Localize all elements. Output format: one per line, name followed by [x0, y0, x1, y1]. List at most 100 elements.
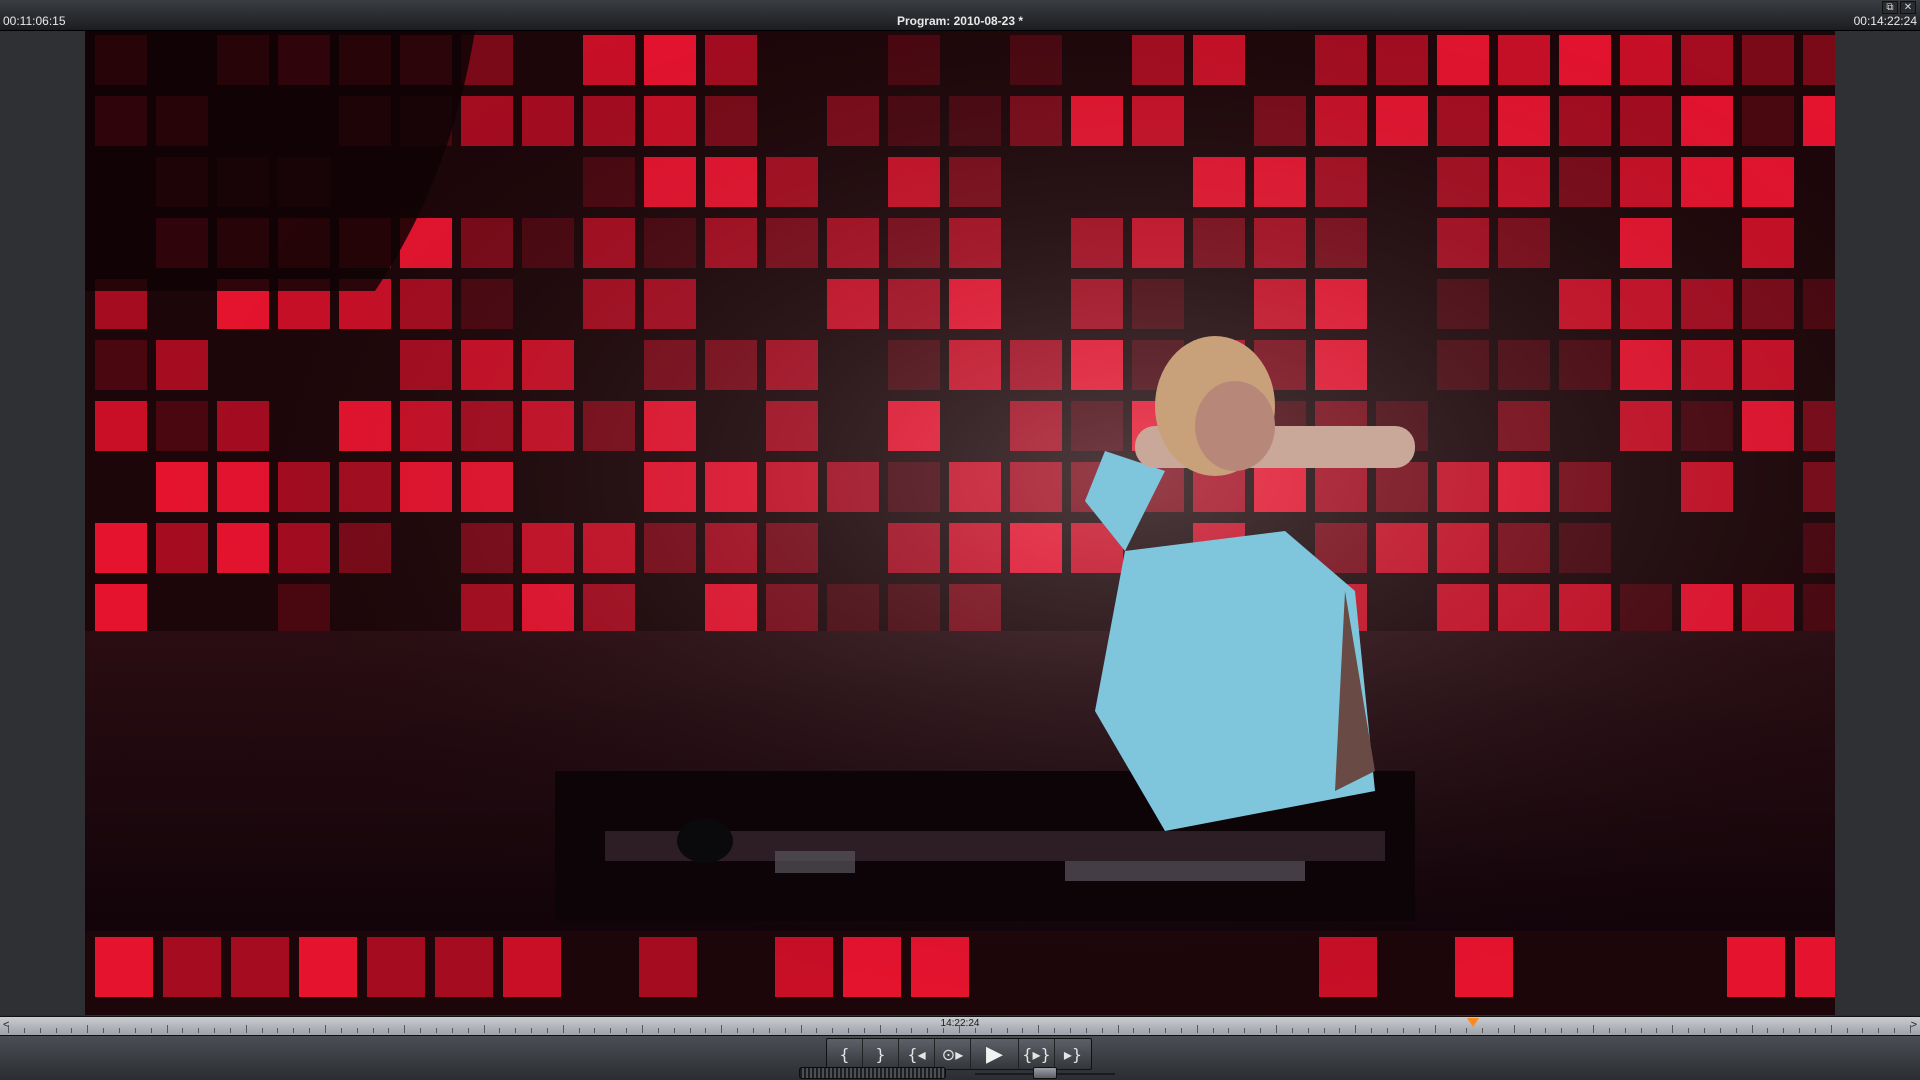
total-timecode: 00:14:22:24 [1853, 14, 1917, 28]
timeline-tick [1133, 1028, 1135, 1033]
timeline-tick [1006, 1028, 1008, 1033]
close-window-button[interactable]: ✕ [1900, 1, 1916, 14]
timeline-tick [784, 1028, 786, 1033]
timeline-tick [420, 1028, 422, 1033]
timeline-tick [1180, 1028, 1182, 1033]
timeline-end-marker[interactable]: > [1911, 1019, 1917, 1031]
timeline-tick [1593, 1025, 1594, 1033]
timeline-tick [483, 1025, 485, 1033]
timeline-tick [1212, 1028, 1214, 1033]
jog-wheel[interactable] [799, 1067, 946, 1079]
video-frame-image[interactable] [85, 31, 1835, 1015]
timeline-tick [372, 1028, 374, 1033]
timeline-tick [1719, 1028, 1721, 1033]
timeline-tick [451, 1028, 453, 1033]
timeline-tick [848, 1028, 850, 1033]
timeline-tick [990, 1028, 992, 1033]
timeline-tick [546, 1028, 548, 1033]
timeline-tick [1418, 1028, 1420, 1033]
timeline-tick [1228, 1028, 1230, 1033]
mark-in-button[interactable]: { [827, 1039, 863, 1069]
timeline-tick [1672, 1025, 1674, 1033]
timeline-tick [1244, 1028, 1246, 1033]
timeline-tick [752, 1028, 754, 1033]
timeline-tick [1703, 1028, 1705, 1033]
timeline-tick [261, 1028, 263, 1033]
timeline-tick [1117, 1025, 1119, 1033]
timeline-tick [1561, 1028, 1563, 1033]
timeline-tick [229, 1028, 231, 1033]
timeline-tick [39, 1028, 41, 1033]
timeline-tick [1656, 1028, 1658, 1033]
play-in-to-out-button[interactable]: ⊙▸ [935, 1039, 971, 1069]
restore-window-button[interactable]: ⧉ [1882, 1, 1898, 14]
timeline-tick [1497, 1028, 1499, 1033]
timeline-tick [610, 1028, 612, 1033]
timeline-tick [309, 1028, 311, 1033]
transport-bar: { } {◂ ⊙▸ ▶ {▸} ▸} [0, 1036, 1920, 1080]
timeline-tick [23, 1028, 25, 1033]
timeline-tick [594, 1028, 596, 1033]
timeline-tick [1291, 1028, 1293, 1033]
timeline-tick [1814, 1028, 1816, 1033]
timeline-tick [816, 1028, 818, 1033]
timeline-tick [1355, 1025, 1357, 1033]
timeline-tick [71, 1028, 73, 1033]
timeline-tick [325, 1025, 326, 1033]
timeline-tick [1371, 1028, 1373, 1033]
timeline-tick [657, 1028, 659, 1033]
timeline-tick [356, 1028, 358, 1033]
timeline-tick [1307, 1028, 1309, 1033]
timeline-tick [1085, 1028, 1087, 1033]
timeline-tick [531, 1028, 533, 1033]
timeline-tick [562, 1025, 564, 1033]
timeline-tick [1767, 1028, 1769, 1033]
timeline-tick [182, 1028, 184, 1033]
mark-out-button[interactable]: } [863, 1039, 899, 1069]
timeline-tick [1054, 1028, 1056, 1033]
timeline-tick [293, 1028, 295, 1033]
timeline-scrubber[interactable]: < 14:22:24 > [0, 1016, 1920, 1036]
play-to-out-button[interactable]: {▸} [1019, 1039, 1055, 1069]
timeline-tick [340, 1028, 342, 1033]
timeline-tick [1830, 1025, 1832, 1033]
timeline-tick [1466, 1028, 1468, 1033]
timeline-tick [895, 1028, 897, 1033]
timeline-position-timecode: 14:22:24 [940, 1018, 980, 1029]
timeline-tick [959, 1025, 960, 1033]
timeline-tick [800, 1025, 802, 1033]
playhead-marker[interactable] [1466, 1018, 1479, 1027]
timeline-tick [1624, 1028, 1626, 1033]
timeline-tick [214, 1028, 216, 1033]
timeline-tick [388, 1028, 390, 1033]
timeline-tick [943, 1028, 945, 1033]
timeline-tick [55, 1028, 57, 1033]
timeline-tick [578, 1028, 580, 1033]
timeline-tick [150, 1028, 152, 1033]
timeline-tick [1022, 1028, 1024, 1033]
timeline-tick [911, 1028, 913, 1033]
timeline-tick [768, 1028, 770, 1033]
timeline-tick [404, 1025, 406, 1033]
timeline-tick [1735, 1028, 1737, 1033]
shuttle-slider-knob[interactable] [1033, 1067, 1057, 1079]
timeline-tick [1482, 1028, 1484, 1033]
timeline-tick [1402, 1028, 1404, 1033]
play-button[interactable]: ▶ [971, 1039, 1019, 1069]
timeline-tick [467, 1028, 469, 1033]
title-bar: 00:11:06:15 Program: 2010-08-23 * 00:14:… [0, 0, 1920, 31]
go-to-in-button[interactable]: {◂ [899, 1039, 935, 1069]
timeline-tick [1751, 1025, 1753, 1033]
timeline-tick [435, 1028, 437, 1033]
timeline-tick [1323, 1028, 1325, 1033]
go-to-out-button[interactable]: ▸} [1055, 1039, 1091, 1069]
timeline-tick [1608, 1028, 1610, 1033]
program-monitor [0, 31, 1920, 1015]
transport-controls: { } {◂ ⊙▸ ▶ {▸} ▸} [826, 1038, 1092, 1070]
timeline-tick [1149, 1028, 1151, 1033]
timeline-tick [87, 1025, 89, 1033]
timeline-tick [8, 1025, 9, 1033]
timeline-tick [1894, 1028, 1896, 1033]
timeline-tick [863, 1028, 865, 1033]
timeline-tick [1640, 1028, 1642, 1033]
